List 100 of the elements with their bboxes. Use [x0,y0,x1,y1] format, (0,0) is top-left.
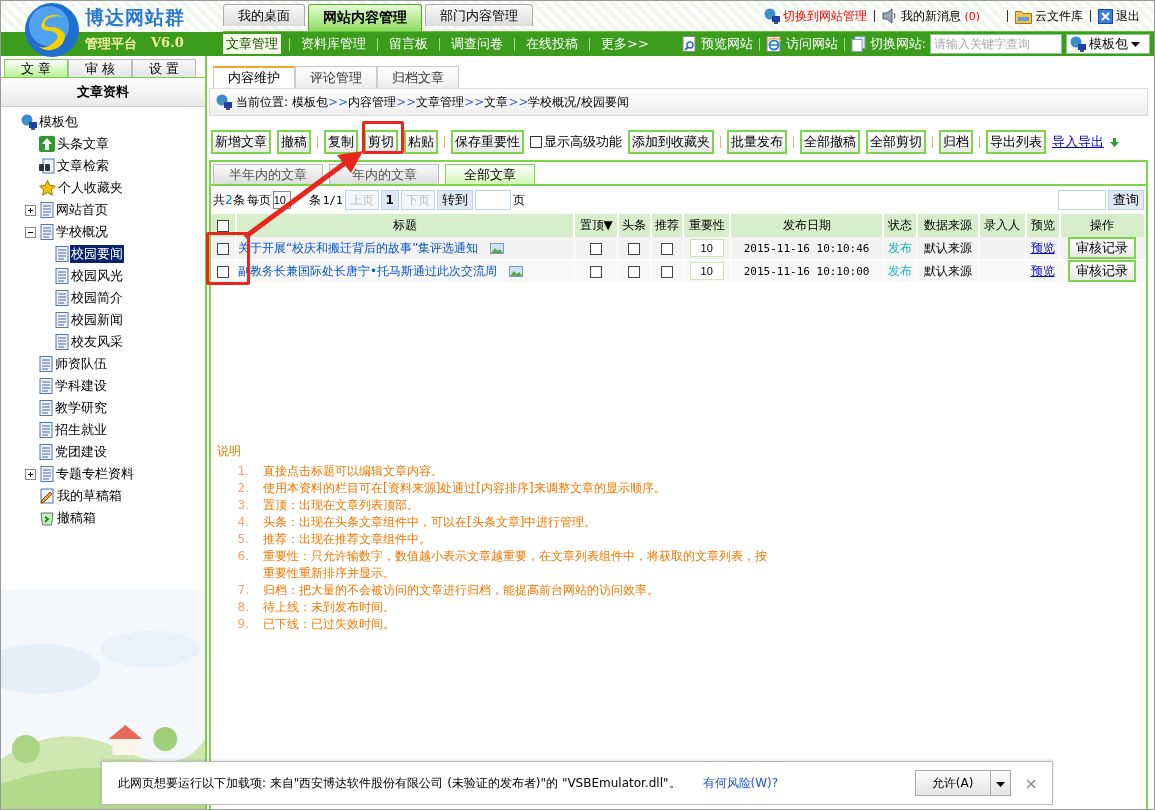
checkbox[interactable] [217,265,229,278]
star-icon [39,180,56,196]
browser-icon [765,36,782,53]
sidebar-tab[interactable]: 审 核 [68,59,132,77]
tree-item[interactable]: 校园简介 [70,289,124,307]
expand-toggle[interactable] [25,468,36,480]
notification-message: 此网页想要运行以下加载项: 来自"西安博达软件股份有限公司 (未验证的发布者)"的 "VSBEmulator.dll"。 [118,774,681,792]
breadcrumb-item[interactable]: 模板包 [292,93,329,111]
note-number: 2. [236,480,250,497]
checkbox[interactable] [216,220,229,232]
toolbar-button[interactable]: 全部撤稿 [800,130,860,154]
tree-item[interactable]: 网站首页 [55,201,109,219]
checkbox[interactable] [628,242,641,255]
tree-item[interactable]: 模板包 [38,113,79,131]
toolbar-button[interactable]: 归档 [939,130,973,154]
checkbox[interactable] [530,136,542,148]
tree-item[interactable]: 文章检索 [56,157,110,175]
goto-button[interactable]: 转到 [436,190,473,210]
toolbar-button[interactable]: 撤稿 [277,130,311,154]
close-button[interactable]: × [1024,773,1038,793]
audit-log-button[interactable]: 审核记录 [1068,260,1137,282]
dropdown-button[interactable] [990,770,1011,796]
expand-toggle[interactable] [25,204,36,216]
content-tab[interactable]: 评论管理 [295,66,377,88]
messages-link[interactable]: 我的新消息 [901,7,962,25]
toolbar-button[interactable]: 新增文章 [211,130,271,154]
checkbox[interactable] [590,265,603,278]
nav-menu-item[interactable]: 文章管理 [223,34,281,55]
tree-item[interactable]: 招生就业 [54,421,108,439]
folder-icon [1015,8,1032,24]
document-icon [55,246,69,262]
checkbox[interactable] [590,242,603,255]
page-number-button[interactable]: 1 [380,190,399,210]
importance-field[interactable]: 10 [689,262,724,280]
nav-menu-item[interactable]: 在线投稿 [523,34,581,55]
nav-menu-item[interactable]: 更多>> [598,34,652,55]
logout-link[interactable]: 退出 [1116,7,1140,25]
document-icon [39,422,53,438]
tree-item[interactable]: 党团建设 [54,443,108,461]
cloud-files-link[interactable]: 云文件库 [1035,7,1083,25]
top-tab[interactable]: 我的桌面 [223,4,305,27]
risk-link[interactable]: 有何风险(W)? [702,774,779,792]
breadcrumb-separator: >> [508,95,529,109]
switch-admin-link[interactable]: 切换到网站管理 [783,7,868,25]
audit-log-button[interactable]: 审核记录 [1068,237,1137,259]
checkbox[interactable] [661,242,673,255]
tree-item[interactable]: 学科建设 [54,377,108,395]
filter-tab[interactable]: 全部文章 [445,164,535,184]
breadcrumb-item[interactable]: 文章管理 [416,93,465,111]
tree-item[interactable]: 校园新闻 [70,311,124,329]
tree-item[interactable]: 学校概况 [55,223,109,241]
tree-item[interactable]: 校园要闻 [70,245,124,263]
toolbar-button[interactable]: 添加到收藏夹 [628,130,714,154]
importance-field[interactable]: 10 [689,239,724,257]
tree-item[interactable]: 专题专栏资料 [55,465,135,483]
caret-icon [995,782,1005,787]
allow-button[interactable]: 允许(A) [914,770,991,796]
checkbox[interactable] [628,265,641,278]
tree-item[interactable]: 撤稿箱 [56,509,97,527]
toolbar-button[interactable]: 批量发布 [727,130,787,154]
top-tab[interactable]: 网站内容管理 [308,4,422,32]
import-export-link[interactable]: 导入导出 [1052,133,1104,151]
nav-menu-item[interactable]: 留言板 [386,34,431,55]
content-tab[interactable]: 内容维护 [213,66,295,88]
toolbar-button[interactable]: 保存重要性 [451,130,524,154]
toolbar-button[interactable]: 粘贴 [404,130,438,154]
checkbox[interactable] [661,265,673,278]
search-button[interactable]: 查询 [1108,190,1144,210]
collapse-toggle[interactable] [25,226,36,238]
nav-tool-link[interactable]: 预览网站 [700,35,753,54]
site-dropdown[interactable]: 模板包 [1066,34,1150,55]
content-tab[interactable]: 归档文章 [377,66,459,88]
breadcrumb-item[interactable]: 文章 [484,93,509,111]
note-number: 8. [236,599,250,616]
nav-menu-item[interactable]: 资料库管理 [298,34,369,55]
filter-tab[interactable]: 半年内的文章 [213,164,323,184]
toolbar-button[interactable]: 导出列表 [986,130,1046,154]
document-icon [55,334,69,350]
tree-item[interactable]: 头条文章 [56,135,110,153]
total-count: 共2条 [213,191,245,209]
checkbox[interactable] [217,242,229,255]
tree-item[interactable]: 校友风采 [70,333,124,351]
top-tab[interactable]: 部门内容管理 [425,4,533,27]
tree-item[interactable]: 校园风光 [70,267,124,285]
breadcrumb-item[interactable]: 内容管理 [348,93,397,111]
toolbar-button[interactable]: 全部剪切 [866,130,926,154]
site-search-field[interactable]: 请输入关键字查询 [930,34,1062,55]
nav-menu-item[interactable]: 调查问卷 [448,34,506,55]
toolbar-button[interactable]: 复制 [324,130,358,154]
filter-tab[interactable]: 年内的文章 [329,164,439,184]
tree-item[interactable]: 个人收藏夹 [57,179,124,197]
nav-tool-link[interactable]: 访问网站 [785,35,838,54]
tree-item[interactable]: 我的草稿箱 [56,487,123,505]
sidebar-tab[interactable]: 文 章 [4,59,68,77]
tree-item[interactable]: 师资队伍 [54,355,108,373]
sidebar-tab[interactable]: 设 置 [132,59,196,77]
search-field[interactable] [1058,190,1106,210]
breadcrumb-item[interactable]: 学校概况/校园要闻 [528,93,629,111]
tree-item[interactable]: 教学研究 [54,399,108,417]
page-field[interactable] [474,190,511,210]
